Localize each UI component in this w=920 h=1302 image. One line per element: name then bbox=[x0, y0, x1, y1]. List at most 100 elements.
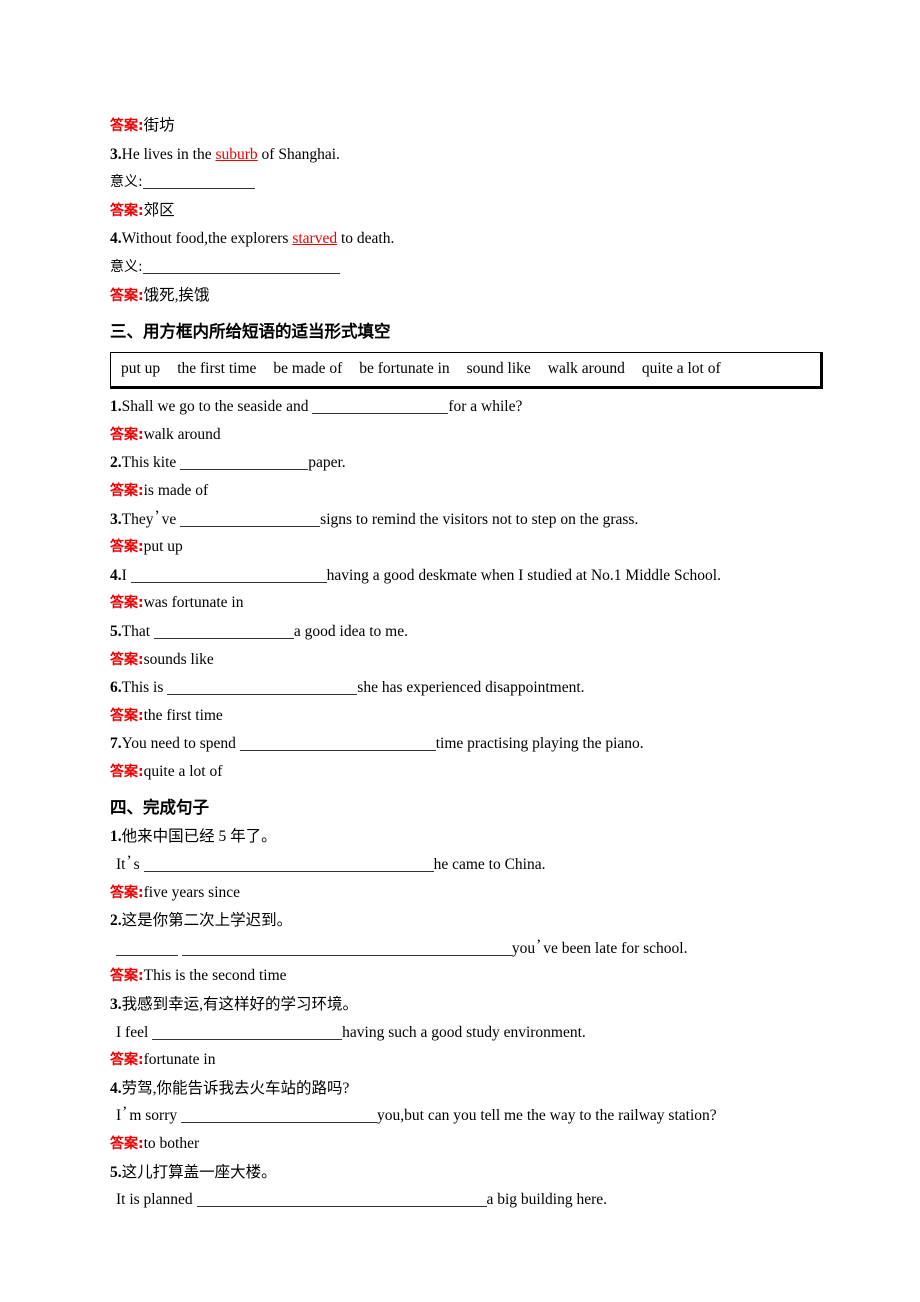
answer-text: fortunate in bbox=[143, 1051, 216, 1069]
answer-label: 答案: bbox=[110, 651, 144, 668]
answer-blank[interactable] bbox=[143, 856, 434, 873]
vocabulary-keyword: starved bbox=[292, 230, 338, 248]
answer-blank[interactable] bbox=[153, 623, 294, 639]
top-continuation-block: 答案:街坊 3.He lives in the suburb of Shangh… bbox=[110, 112, 830, 310]
answer-blank[interactable] bbox=[180, 511, 321, 527]
text-fragment: It is planned bbox=[116, 1191, 197, 1209]
answer-line: 答案:郊区 bbox=[110, 197, 830, 226]
word-bank-item[interactable]: quite a lot of bbox=[642, 360, 721, 377]
answer-blank[interactable] bbox=[142, 258, 340, 274]
word-bank-item[interactable]: be made of bbox=[273, 360, 342, 377]
text-fragment: This kite bbox=[121, 454, 181, 472]
answer-blank[interactable] bbox=[130, 567, 327, 583]
chinese-prompt: 2.这是你第二次上学迟到。 bbox=[110, 907, 830, 935]
answer-label: 答案: bbox=[110, 707, 144, 724]
meaning-label: 意义 bbox=[110, 258, 138, 275]
item-number: 5. bbox=[110, 1163, 122, 1181]
text-fragment: you,but can you tell me the way to the r… bbox=[377, 1107, 717, 1125]
answer-line: 答案:quite a lot of bbox=[110, 758, 830, 787]
text-fragment: having such a good study environment. bbox=[342, 1023, 586, 1041]
answer-blank[interactable] bbox=[312, 398, 449, 415]
apostrophe-glyph: ʼ bbox=[536, 936, 542, 954]
meaning-prompt-4: 意义: bbox=[110, 253, 830, 282]
text-fragment: ve been late for school. bbox=[543, 939, 688, 957]
fill-in-blank-question: 1.Shall we go to the seaside and for a w… bbox=[110, 393, 830, 421]
word-bank-item[interactable]: sound like bbox=[467, 360, 531, 377]
answer-text: 饿死,挨饿 bbox=[143, 286, 210, 304]
fill-in-blank-question: 3.Theyʼ ve signs to remind the visitors n… bbox=[110, 506, 830, 534]
text-fragment: he came to China. bbox=[433, 856, 546, 874]
item-number: 7. bbox=[110, 735, 122, 753]
answer-blank[interactable] bbox=[152, 1024, 343, 1040]
section-four-question-list: 1.他来中国已经 5 年了。 Itʼ s he came to China. 答案:f… bbox=[110, 823, 830, 1213]
answer-blank[interactable] bbox=[196, 1191, 487, 1208]
answer-line: 答案:This is the second time bbox=[110, 962, 830, 991]
answer-text: put up bbox=[143, 538, 183, 556]
answer-text: This is the second time bbox=[143, 967, 287, 985]
answer-line: 答案:sounds like bbox=[110, 646, 830, 675]
chinese-text: 这是你第二次上学迟到。 bbox=[121, 912, 293, 930]
chinese-prompt: 4.劳驾,你能告诉我去火车站的路吗? bbox=[110, 1075, 830, 1103]
chinese-prompt: 3.我感到幸运,有这样好的学习环境。 bbox=[110, 991, 830, 1019]
item-text-before: He lives in the bbox=[121, 145, 216, 163]
item-number: 3. bbox=[110, 996, 122, 1014]
chinese-text: 我感到幸运,有这样好的学习环境。 bbox=[121, 996, 359, 1014]
word-bank-item[interactable]: put up bbox=[121, 360, 160, 377]
item-text-before: Without food,the explorers bbox=[121, 230, 293, 248]
text-fragment: You need to spend bbox=[121, 735, 240, 753]
answer-label: 答案 bbox=[110, 287, 138, 304]
chinese-text: 这儿打算盖一座大楼。 bbox=[121, 1163, 277, 1181]
text-fragment: she has experienced disappointment. bbox=[357, 679, 585, 697]
answer-text: 街坊 bbox=[143, 117, 175, 134]
text-fragment: m sorry bbox=[129, 1107, 182, 1125]
text-fragment: I feel bbox=[116, 1023, 153, 1041]
text-fragment: signs to remind the visitors not to step… bbox=[320, 510, 639, 528]
answer-label: 答案: bbox=[110, 968, 144, 985]
answer-blank[interactable] bbox=[181, 940, 512, 956]
meaning-prompt-3: 意义: bbox=[110, 168, 830, 197]
item-number: 3. bbox=[110, 510, 122, 528]
item-number: 1. bbox=[110, 398, 122, 416]
chinese-prompt: 5.这儿打算盖一座大楼。 bbox=[110, 1159, 830, 1187]
answer-text: to bother bbox=[143, 1135, 200, 1152]
chinese-text: 他来中国已经 5 年了。 bbox=[121, 828, 277, 846]
answer-label: 答案 bbox=[110, 202, 138, 219]
fill-in-blank-question: 5.That a good idea to me. bbox=[110, 618, 830, 646]
section-four-heading: 四、完成句子 bbox=[110, 798, 209, 818]
item-number: 2. bbox=[110, 912, 122, 930]
item-text-after: of Shanghai. bbox=[257, 145, 340, 163]
item-number: 3. bbox=[110, 145, 122, 163]
english-sentence: I feel having such a good study environm… bbox=[110, 1019, 830, 1047]
answer-blank[interactable] bbox=[167, 679, 358, 696]
answer-line: 答案:is made of bbox=[110, 477, 830, 506]
answer-line: 答案:fortunate in bbox=[110, 1046, 830, 1075]
meaning-label: 意义 bbox=[110, 174, 138, 191]
answer-label: 答案: bbox=[110, 1136, 144, 1152]
answer-label: 答案: bbox=[110, 763, 144, 780]
answer-blank[interactable] bbox=[239, 735, 436, 752]
question-item-3: 3.He lives in the suburb of Shanghai. bbox=[110, 141, 830, 169]
text-fragment: I bbox=[121, 566, 131, 584]
answer-blank[interactable] bbox=[181, 1107, 378, 1124]
answer-text: five years since bbox=[143, 883, 241, 901]
word-bank-item[interactable]: be fortunate in bbox=[359, 360, 449, 377]
word-bank-item[interactable]: walk around bbox=[548, 360, 625, 377]
answer-text: quite a lot of bbox=[143, 762, 223, 780]
word-bank-list: put up the first time be made of be fortuna… bbox=[121, 358, 810, 380]
english-sentence: youʼ ve been late for school. bbox=[110, 935, 830, 963]
text-fragment: This is bbox=[121, 679, 168, 697]
answer-blank[interactable] bbox=[142, 173, 255, 190]
item-text-after: to death. bbox=[337, 230, 395, 248]
word-bank-item[interactable]: the first time bbox=[177, 360, 256, 377]
worksheet-page: 答案: 街坊 3.He lives in the suburb of Shangh… bbox=[0, 0, 920, 1302]
section-three-question-list: 1.Shall we go to the seaside and for a w… bbox=[110, 393, 830, 786]
english-sentence: Itʼ s he came to China. bbox=[110, 851, 830, 879]
english-sentence: It is planned a big building here. bbox=[110, 1186, 830, 1214]
answer-label: 答案 bbox=[110, 118, 138, 134]
answer-blank[interactable] bbox=[180, 454, 309, 471]
answer-line: 答案:walk around bbox=[110, 421, 830, 450]
text-fragment: s bbox=[133, 856, 144, 874]
answer-blank-lead[interactable] bbox=[116, 940, 178, 956]
item-number: 6. bbox=[110, 679, 122, 697]
fill-in-blank-question: 4.I having a good deskmate when I studie… bbox=[110, 562, 830, 590]
